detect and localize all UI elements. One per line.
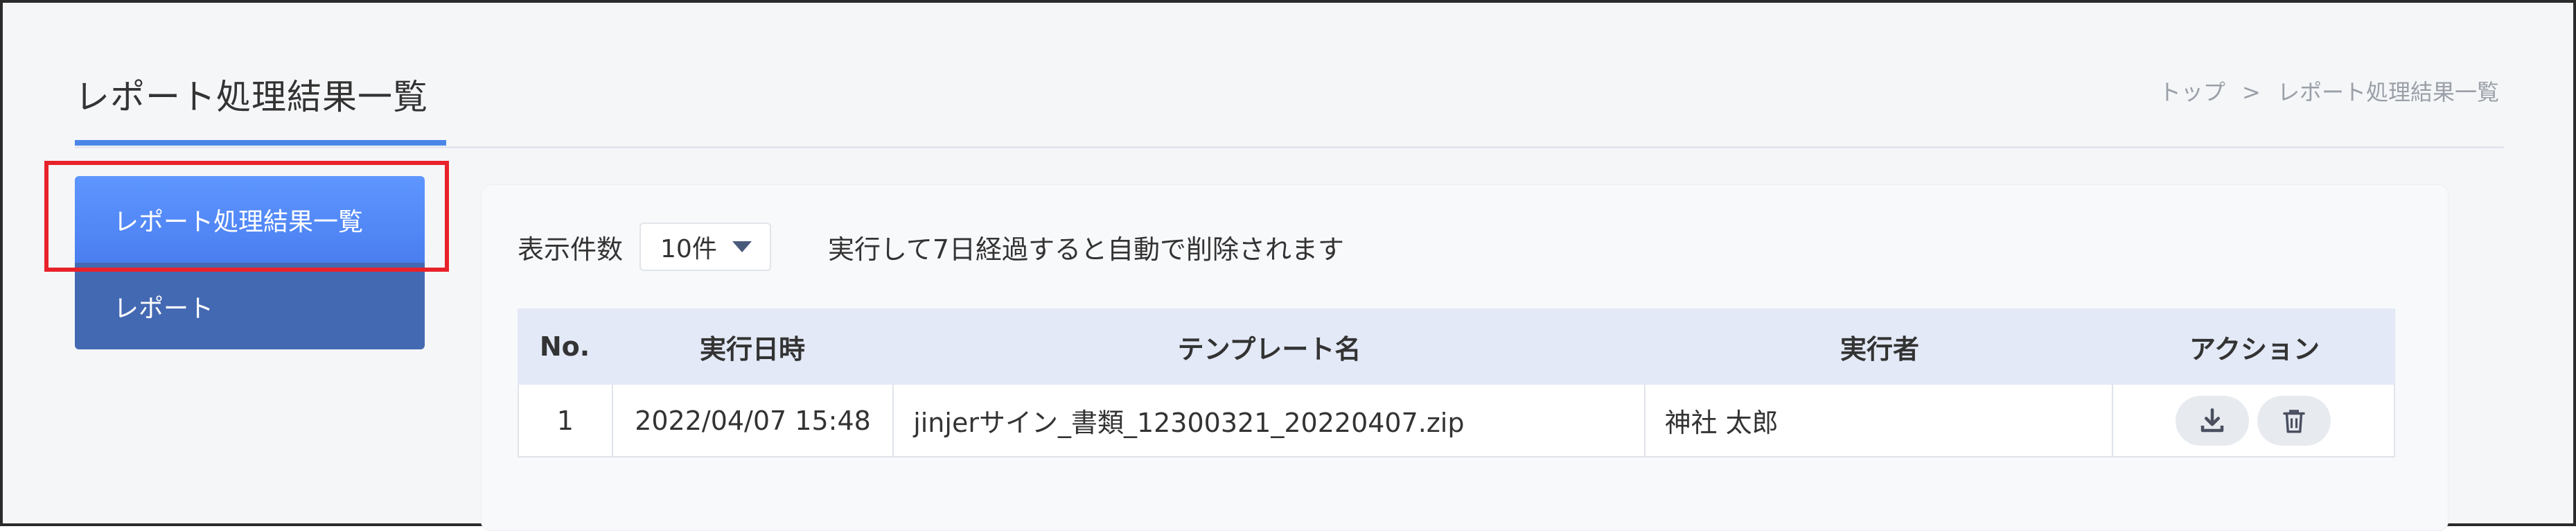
column-header-executor: 実行者 xyxy=(1840,333,1919,365)
column-header-template: テンプレート名 xyxy=(1177,333,1361,365)
sidebar-item-label: レポート xyxy=(114,294,214,323)
caret-down-icon xyxy=(732,241,752,252)
app-frame: レポート処理結果一覧 トップ > レポート処理結果一覧 レポート処理結果一覧 レ… xyxy=(0,0,2576,531)
sidebar-item-report[interactable]: レポート xyxy=(75,263,425,349)
results-table: No. 実行日時 テンプレート名 実行者 アクション 1 2022/04/07 … xyxy=(518,308,2395,458)
cell-no: 1 xyxy=(519,385,613,456)
annotation-highlight-box xyxy=(44,161,449,272)
download-icon xyxy=(2201,408,2224,432)
breadcrumb-current: レポート処理結果一覧 xyxy=(2277,79,2499,105)
table-header-row: No. 実行日時 テンプレート名 実行者 アクション xyxy=(518,308,2395,385)
page-size-value: 10件 xyxy=(660,235,717,263)
download-button[interactable] xyxy=(2176,395,2250,446)
page-size-label: 表示件数 xyxy=(518,234,624,265)
column-header-action: アクション xyxy=(2189,333,2320,365)
results-panel: 表示件数 10件 実行して7日経過すると自動で削除されます No. 実行日時 テ… xyxy=(481,184,2449,531)
cell-actions xyxy=(2113,385,2394,456)
column-header-executed-at: 実行日時 xyxy=(699,333,805,365)
delete-button[interactable] xyxy=(2257,395,2331,446)
cell-executed-at: 2022/04/07 15:48 xyxy=(613,385,894,456)
header-divider xyxy=(75,146,2504,148)
breadcrumb-home-link[interactable]: トップ xyxy=(2159,79,2225,105)
column-header-no: No. xyxy=(539,331,590,362)
table-row: 1 2022/04/07 15:48 jinjerサイン_書類_12300321… xyxy=(518,385,2395,458)
breadcrumb: トップ > レポート処理結果一覧 xyxy=(2159,75,2499,107)
cell-template: jinjerサイン_書類_12300321_20220407.zip xyxy=(894,385,1646,456)
page-title: レポート処理結果一覧 xyxy=(75,77,428,117)
list-controls: 表示件数 10件 実行して7日経過すると自動で削除されます xyxy=(518,223,1344,271)
title-underline xyxy=(75,140,446,146)
cell-executor: 神社 太郎 xyxy=(1646,385,2113,456)
trash-icon xyxy=(2283,409,2306,433)
retention-note: 実行して7日経過すると自動で削除されます xyxy=(828,234,1345,265)
page-size-select[interactable]: 10件 xyxy=(639,223,772,271)
breadcrumb-separator: > xyxy=(2242,79,2261,105)
